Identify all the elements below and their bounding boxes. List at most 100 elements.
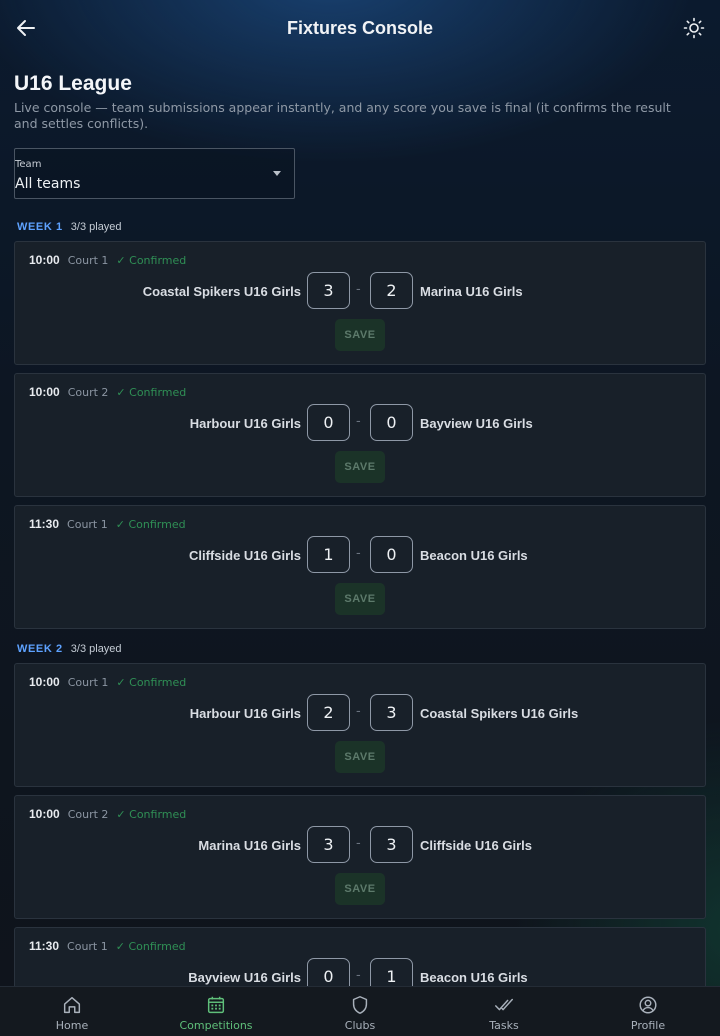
fixture-meta: 10:00 Court 1 ✓ Confirmed [29,675,186,689]
fixture-meta: 11:30 Court 1 ✓ Confirmed [29,517,186,531]
save-button[interactable]: SAVE [335,319,385,351]
league-subtitle: Live console — team submissions appear i… [14,100,671,131]
away-team-name: Bayview U16 Girls [420,416,533,431]
fixture-time: 10:00 [29,675,60,689]
fixture-court: Court 2 [67,808,109,821]
home-score-input[interactable]: 0 [307,404,350,441]
confirmed-status: ✓ Confirmed [116,676,187,689]
fixture-card: 10:00 Court 1 ✓ Confirmed Harbour U16 Girls… [14,663,706,787]
fixture-card: 10:00 Court 2 ✓ Confirmed Marina U16 Girls 3… [14,795,706,919]
away-team-name: Beacon U16 Girls [420,970,528,985]
nav-label-clubs: Clubs [344,1019,376,1032]
user-circle-icon [639,996,657,1014]
away-team-name: Beacon U16 Girls [420,548,528,563]
week-played-count: 3/3 played [70,643,122,655]
fixture-time: 10:00 [29,385,60,399]
confirmed-status: ✓ Confirmed [116,386,187,399]
home-team-name: Marina U16 Girls [198,838,301,853]
week-section: WEEK 2 3/3 played 10:00 Court 1 ✓ Confirmed H… [14,641,706,1036]
team-filter-label: Team [15,159,42,170]
fixture-meta: 10:00 Court 2 ✓ Confirmed [29,385,186,399]
shield-icon [352,996,368,1014]
score-row: Harbour U16 Girls 2-3 Coastal Spikers U16 … [15,694,707,734]
home-team-name: Coastal Spikers U16 Girls [142,284,301,299]
score-row: Cliffside U16 Girls 1-0 Beacon U16 Girls [15,536,707,576]
fixture-court: Court 2 [67,386,109,399]
score-row: Harbour U16 Girls 0-0 Bayview U16 Girls [15,404,707,444]
fixture-card: 10:00 Court 1 ✓ Confirmed Coastal Spikers U… [14,241,706,365]
week-section: WEEK 1 3/3 played 10:00 Court 1 ✓ Confirmed C… [14,219,706,629]
away-score-input[interactable]: 3 [370,826,413,863]
page-title: Fixtures Console [286,17,434,38]
team-filter-value: All teams [15,176,81,192]
home-score-input[interactable]: 3 [307,826,350,863]
nav-item-tasks[interactable]: Tasks [432,987,576,1036]
away-score-input[interactable]: 2 [370,272,413,309]
home-team-name: Harbour U16 Girls [189,706,301,721]
fixture-court: Court 1 [67,940,108,953]
team-filter-select[interactable]: Team All teams [14,148,295,199]
home-team-name: Harbour U16 Girls [189,416,301,431]
away-score-input[interactable]: 0 [370,536,413,573]
away-team-name: Marina U16 Girls [420,284,523,299]
nav-item-home[interactable]: Home [0,987,144,1036]
confirmed-status: ✓ Confirmed [115,518,186,531]
week-header: WEEK 1 3/3 played [14,219,706,235]
fixture-time: 11:30 [29,517,60,531]
save-button[interactable]: SAVE [335,741,385,773]
fixture-weeks: WEEK 1 3/3 played 10:00 Court 1 ✓ Confirmed C… [14,219,706,1036]
score-row: Coastal Spikers U16 Girls 3-2 Marina U16 G… [15,272,707,312]
bottom-navigation: Home Competitions Clubs Tasks Profile [0,986,720,1036]
save-button[interactable]: SAVE [335,583,385,615]
league-title: U16 League [14,72,132,95]
arrow-left-icon [17,20,35,36]
save-button[interactable]: SAVE [335,451,385,483]
away-team-name: Cliffside U16 Girls [420,838,532,853]
home-icon [63,996,81,1014]
confirmed-status: ✓ Confirmed [116,254,187,267]
home-team-name: Cliffside U16 Girls [189,548,301,563]
fixture-time: 10:00 [29,253,60,267]
away-score-input[interactable]: 3 [370,694,413,731]
home-score-input[interactable]: 3 [307,272,350,309]
fixture-meta: 10:00 Court 2 ✓ Confirmed [29,807,186,821]
week-played-count: 3/3 played [70,221,122,233]
score-separator: - [356,968,361,983]
save-button[interactable]: SAVE [335,873,385,905]
double-check-icon [495,998,513,1011]
week-label: WEEK 1 [17,221,63,233]
score-separator: - [356,282,361,297]
nav-label-tasks: Tasks [489,1019,519,1032]
score-separator: - [356,704,361,719]
nav-item-profile[interactable]: Profile [576,987,720,1036]
home-score-input[interactable]: 2 [307,694,350,731]
home-score-input[interactable]: 1 [307,536,350,573]
fixture-time: 10:00 [29,807,60,821]
nav-label-competitions: Competitions [179,1019,253,1032]
score-separator: - [356,836,361,851]
fixture-court: Court 1 [67,254,109,267]
fixture-meta: 11:30 Court 1 ✓ Confirmed [29,939,186,953]
nav-item-clubs[interactable]: Clubs [288,987,432,1036]
calendar-icon [207,996,225,1014]
main-content: U16 League Live console — team submissio… [14,70,706,1036]
nav-item-competitions[interactable]: Competitions [144,987,288,1036]
fixture-card: 10:00 Court 2 ✓ Confirmed Harbour U16 Girls… [14,373,706,497]
score-separator: - [356,546,361,561]
back-button[interactable] [14,16,38,40]
caret-down-icon [273,171,281,176]
home-team-name: Bayview U16 Girls [188,970,301,985]
fixture-court: Court 1 [67,518,108,531]
confirmed-status: ✓ Confirmed [115,940,186,953]
away-score-input[interactable]: 0 [370,404,413,441]
theme-toggle-button[interactable] [682,16,706,40]
away-team-name: Coastal Spikers U16 Girls [420,706,579,721]
confirmed-status: ✓ Confirmed [116,808,187,821]
score-row: Marina U16 Girls 3-3 Cliffside U16 Girls [15,826,707,866]
fixture-card: 11:30 Court 1 ✓ Confirmed Cliffside U16 Gir… [14,505,706,629]
score-separator: - [356,414,361,429]
fixture-time: 11:30 [29,939,60,953]
nav-label-home: Home [55,1019,89,1032]
sun-icon [683,17,705,39]
fixture-court: Court 1 [67,676,109,689]
